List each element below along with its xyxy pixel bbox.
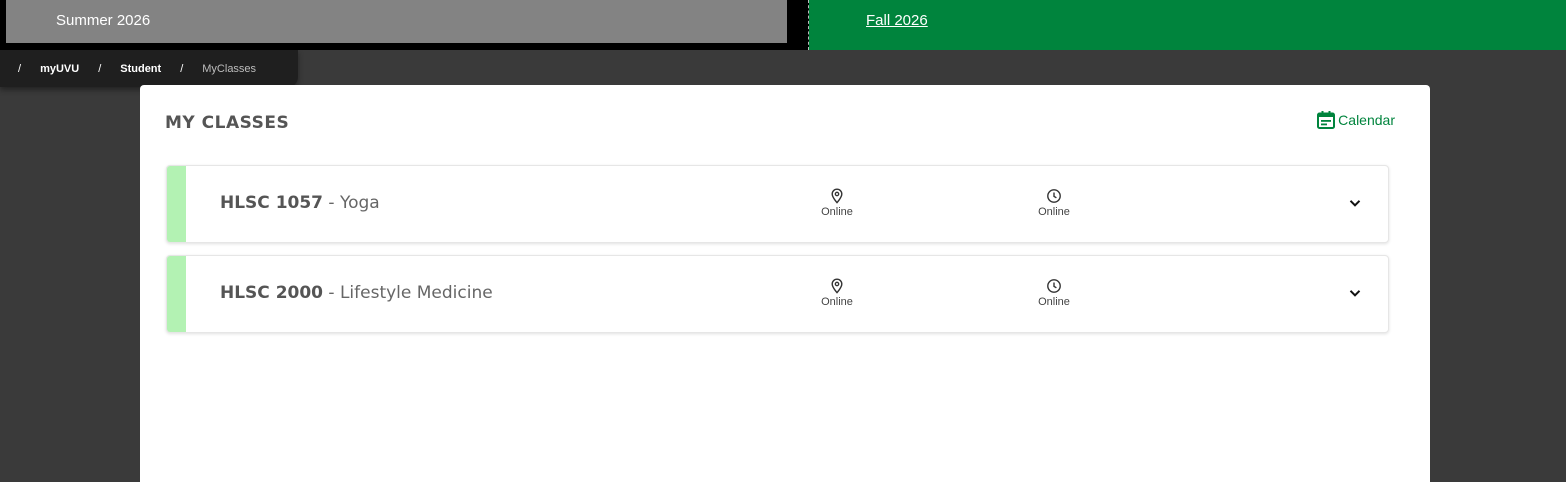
semester-tab-fall[interactable]: Fall 2026 xyxy=(809,0,1566,50)
class-location: Online xyxy=(807,278,867,308)
class-card-accent xyxy=(167,166,186,242)
breadcrumb: / myUVU / Student / MyClasses xyxy=(0,50,298,87)
course-title: HLSC 2000 - Lifestyle Medicine xyxy=(220,283,493,303)
chevron-down-icon[interactable] xyxy=(1348,286,1362,300)
breadcrumb-separator: / xyxy=(98,62,102,75)
semester-selector: Summer 2026 Fall 2026 xyxy=(0,0,1566,50)
location-pin-icon xyxy=(831,278,843,294)
breadcrumb-separator: / xyxy=(180,62,184,75)
semester-tab-summer[interactable]: Summer 2026 xyxy=(6,0,787,43)
clock-icon xyxy=(1047,189,1061,203)
clock-icon xyxy=(1047,279,1061,293)
breadcrumb-item-student[interactable]: Student xyxy=(120,63,161,75)
page-title: MY CLASSES xyxy=(165,113,290,133)
class-location-text: Online xyxy=(821,206,853,218)
calendar-button[interactable]: Calendar xyxy=(1316,110,1395,130)
semester-tab-fall-label[interactable]: Fall 2026 xyxy=(866,12,928,29)
chevron-down-icon[interactable] xyxy=(1348,196,1362,210)
course-code: HLSC 1057 xyxy=(220,193,324,213)
class-card-accent xyxy=(167,256,186,332)
calendar-icon xyxy=(1317,111,1336,129)
calendar-label[interactable]: Calendar xyxy=(1338,112,1395,128)
class-location: Online xyxy=(807,188,867,218)
class-location-text: Online xyxy=(821,296,853,308)
my-classes-panel: MY CLASSES Calendar HLSC 1057 - Yoga Onl… xyxy=(140,85,1430,482)
class-time: Online xyxy=(1024,278,1084,308)
class-card-hlsc-1057[interactable]: HLSC 1057 - Yoga Online Online xyxy=(166,165,1389,243)
class-time: Online xyxy=(1024,188,1084,218)
breadcrumb-current: MyClasses xyxy=(202,62,257,75)
course-name: - Yoga xyxy=(323,193,380,213)
class-time-text: Online xyxy=(1038,206,1070,218)
course-code: HLSC 2000 xyxy=(220,283,324,303)
location-pin-icon xyxy=(831,188,843,204)
breadcrumb-separator: / xyxy=(18,62,22,75)
course-title: HLSC 1057 - Yoga xyxy=(220,193,380,213)
class-card-hlsc-2000[interactable]: HLSC 2000 - Lifestyle Medicine Online On… xyxy=(166,255,1389,333)
breadcrumb-item-myuvu[interactable]: myUVU xyxy=(40,63,79,75)
class-time-text: Online xyxy=(1038,296,1070,308)
course-name: - Lifestyle Medicine xyxy=(323,283,493,303)
